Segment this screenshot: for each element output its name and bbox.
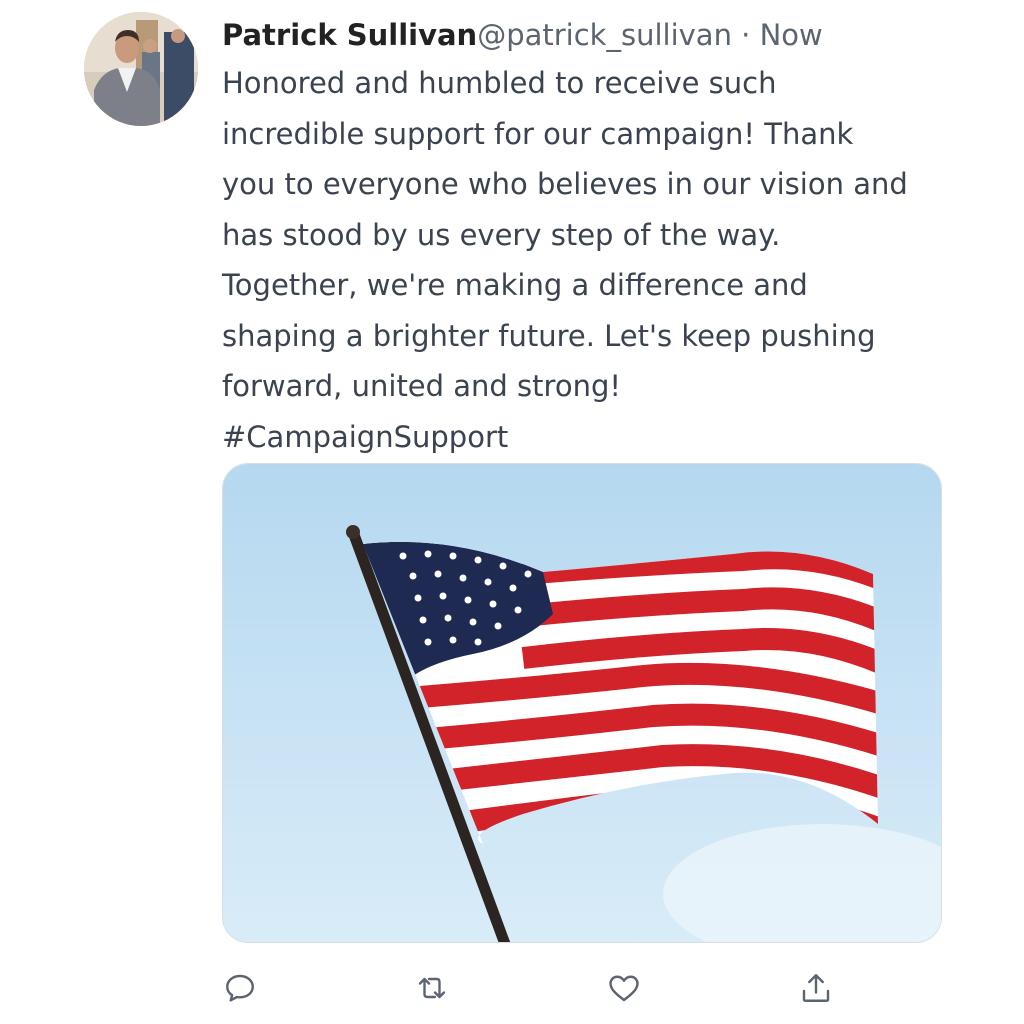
avatar-photo: [84, 12, 198, 126]
avatar[interactable]: [84, 12, 198, 126]
share-icon: [802, 974, 830, 1002]
tweet-card: Patrick Sullivan@patrick_sullivan · Now …: [0, 0, 1024, 1024]
hashtag-link[interactable]: #CampaignSupport: [222, 412, 942, 462]
american-flag-photo: [223, 464, 941, 942]
retweet-icon: [418, 977, 446, 999]
timestamp[interactable]: Now: [760, 18, 823, 52]
author-handle[interactable]: @patrick_sullivan: [477, 18, 732, 52]
tweet-text: Honored and humbled to receive such incr…: [222, 66, 908, 403]
like-icon: [609, 975, 639, 1002]
tweet-image[interactable]: [222, 463, 942, 943]
tweet-content: Patrick Sullivan@patrick_sullivan · Now …: [222, 12, 942, 462]
reply-icon: [226, 974, 254, 1002]
tweet-actions: [0, 966, 1024, 1016]
retweet-button[interactable]: [412, 966, 452, 1010]
tweet-header: Patrick Sullivan@patrick_sullivan · Now: [222, 12, 942, 58]
separator-dot: ·: [741, 18, 751, 52]
author-name[interactable]: Patrick Sullivan: [222, 18, 477, 52]
like-button[interactable]: [604, 966, 644, 1010]
share-button[interactable]: [796, 966, 836, 1010]
reply-button[interactable]: [220, 966, 260, 1010]
